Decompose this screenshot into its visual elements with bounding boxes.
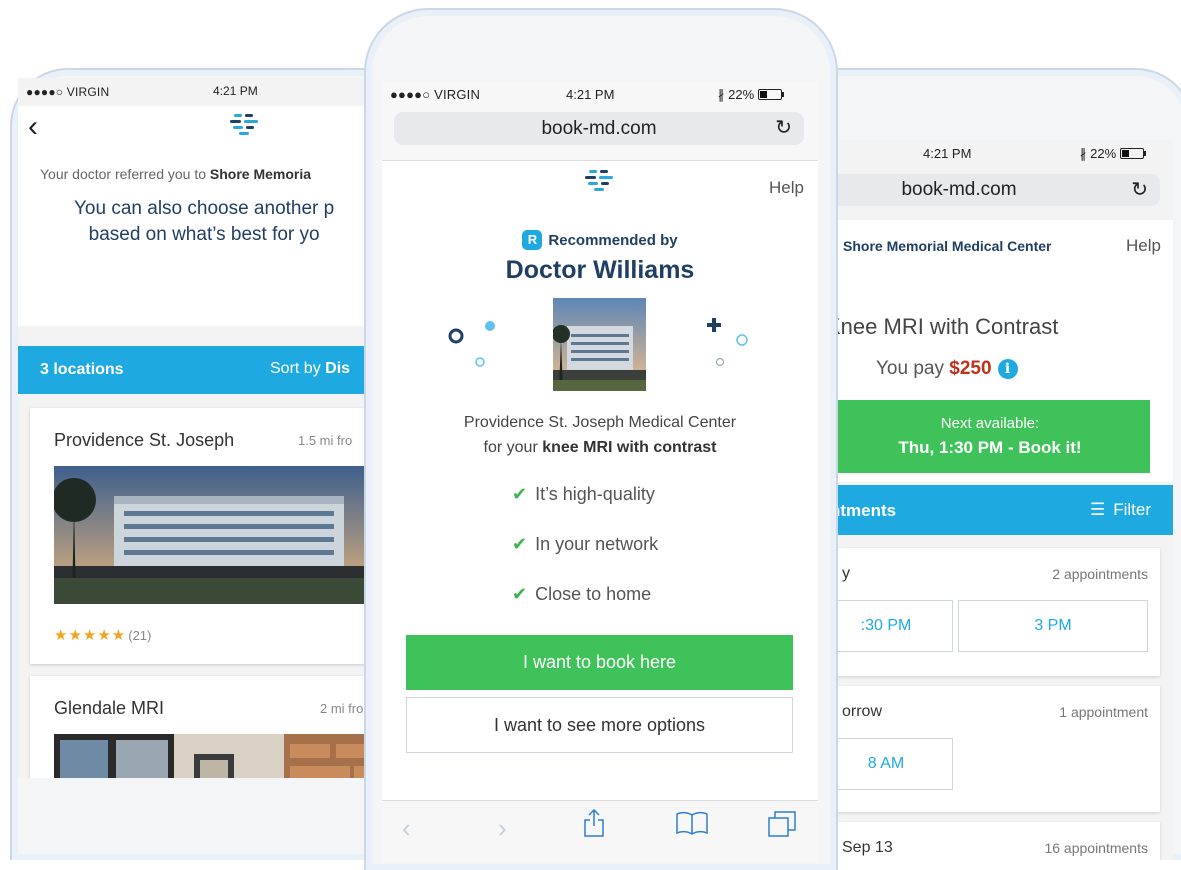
location-distance: 1.5 mi fro <box>298 433 353 448</box>
day-card-tomorrow: orrow 1 appointment 8 AM <box>820 686 1160 812</box>
location-card-providence[interactable]: Providence St. Joseph 1.5 mi fro ★★★★★ (2… <box>30 408 368 664</box>
bookmarks-icon[interactable] <box>676 811 708 842</box>
battery-icon <box>1119 148 1146 159</box>
location-name: Providence St. Joseph <box>54 430 235 450</box>
clinic-photo <box>54 734 368 778</box>
status-time: 4:21 PM <box>566 87 615 102</box>
sort-by-control[interactable]: Sort by Dis <box>270 360 350 378</box>
price-text: You pay $250 i <box>876 358 1018 380</box>
book-here-button[interactable]: I want to book here <box>406 635 793 690</box>
app-header: ‹ <box>18 106 368 150</box>
tabs-icon[interactable] <box>768 811 796 844</box>
share-icon[interactable] <box>584 808 604 844</box>
browser-url-area: book-md.com ↻ <box>382 106 818 161</box>
status-time: 4:21 PM <box>923 146 972 161</box>
heart-logo-icon <box>583 168 617 194</box>
procedure-title: Knee MRI with Contrast <box>826 314 1059 339</box>
carrier-label: ●●●●○ VIRGIN <box>26 85 110 99</box>
center-phone-screen: ●●●●○ VIRGIN 4:21 PM ∦ 22% book-md.com ↻… <box>382 82 818 862</box>
url-bar[interactable]: book-md.com ↻ <box>394 112 804 145</box>
time-slot-button[interactable]: 3 PM <box>958 600 1148 652</box>
referral-text: Your doctor referred you to Shore Memori… <box>40 166 312 182</box>
help-link[interactable]: Help <box>1126 236 1161 256</box>
help-link[interactable]: Help <box>769 178 804 198</box>
back-icon[interactable]: ‹ <box>402 813 411 844</box>
time-slot-button[interactable]: 8 AM <box>820 738 953 790</box>
right-phone-screen: ≋ 4:21 PM ∦ 22% book-md.com ↻ Shore Memo… <box>808 140 1173 860</box>
status-bar: ●●●●○ VIRGIN 4:21 PM <box>18 78 368 106</box>
info-icon[interactable]: i <box>997 359 1018 379</box>
battery-icon <box>757 89 784 100</box>
hospital-photo <box>54 466 368 604</box>
left-phone-screen: ●●●●○ VIRGIN 4:21 PM ‹ Your doctor refer… <box>18 78 368 778</box>
back-chevron-icon[interactable]: ‹ <box>28 112 38 142</box>
reload-icon[interactable]: ↻ <box>1131 174 1148 206</box>
location-card-glendale[interactable]: Glendale MRI 2 mi fro <box>30 676 368 778</box>
appointment-count: 1 appointment <box>1059 704 1148 720</box>
location-distance: 2 mi fro <box>320 701 364 716</box>
distance-check: ✔ Close to home <box>512 584 652 604</box>
status-time: 4:21 PM <box>213 84 258 98</box>
doctor-name: Doctor Williams <box>505 256 695 284</box>
book-next-available-button[interactable]: Next available: Thu, 1:30 PM - Book it! <box>830 400 1150 473</box>
time-slot-button[interactable]: :30 PM <box>820 600 953 652</box>
choose-another-heading: You can also choose another p based on w… <box>74 198 335 245</box>
network-check: ✔ In your network <box>512 534 659 554</box>
appointment-count: 2 appointments <box>1052 566 1148 582</box>
referral-intro: Your doctor referred you to Shore Memori… <box>18 150 368 326</box>
bluetooth-icon: ∦ <box>718 87 725 102</box>
hospital-description: Providence St. Joseph Medical Center for… <box>463 414 737 456</box>
day-label: y <box>842 565 850 582</box>
day-label: orrow <box>842 703 883 720</box>
quality-check: ✔ It’s high-quality <box>512 484 655 504</box>
locations-bar: 3 locations Sort by Dis <box>18 346 368 394</box>
star-rating: ★★★★★ (21) <box>54 627 152 644</box>
see-more-options-button[interactable]: I want to see more options <box>406 697 793 753</box>
appointments-label: ntments <box>830 501 897 520</box>
sliders-icon: ☰ <box>1089 500 1106 519</box>
bluetooth-icon: ∦ <box>1080 146 1087 161</box>
reload-icon[interactable]: ↻ <box>775 112 792 145</box>
forward-icon[interactable]: › <box>498 813 507 844</box>
checkmark-icon: ✔ <box>512 584 528 604</box>
medical-center-name: Shore Memorial Medical Center <box>843 238 1052 254</box>
day-label: Sep 13 <box>842 839 893 856</box>
day-card-today: y 2 appointments :30 PM 3 PM <box>820 548 1160 676</box>
filter-button[interactable]: ☰ Filter <box>1090 500 1151 520</box>
recommended-by-label: R Recommended by <box>382 230 818 250</box>
status-bar: ●●●●○ VIRGIN 4:21 PM ∦ 22% <box>382 82 818 106</box>
appointments-bar: ntments ☰ Filter <box>808 485 1173 535</box>
hospital-photo <box>553 298 646 391</box>
recommended-badge-icon: R <box>522 230 543 250</box>
procedure-summary: Shore Memorial Medical Center Help Knee … <box>808 220 1173 482</box>
locations-count: 3 locations <box>40 361 124 378</box>
status-bar: ≋ 4:21 PM ∦ 22% <box>808 140 1173 164</box>
browser-toolbar: ‹ › <box>382 800 818 862</box>
battery-status: ∦ 22% <box>718 87 784 103</box>
heart-logo-icon <box>228 112 262 138</box>
appointment-count: 16 appointments <box>1044 840 1148 856</box>
battery-status: ∦ 22% <box>1080 146 1146 162</box>
location-name: Glendale MRI <box>54 698 165 718</box>
checkmark-icon: ✔ <box>512 534 528 554</box>
carrier-label: ●●●●○ VIRGIN <box>390 87 481 102</box>
url-bar[interactable]: book-md.com ↻ <box>818 174 1160 206</box>
checkmark-icon: ✔ <box>512 484 528 504</box>
day-card-sep-13: Sep 13 16 appointments <box>820 822 1160 860</box>
